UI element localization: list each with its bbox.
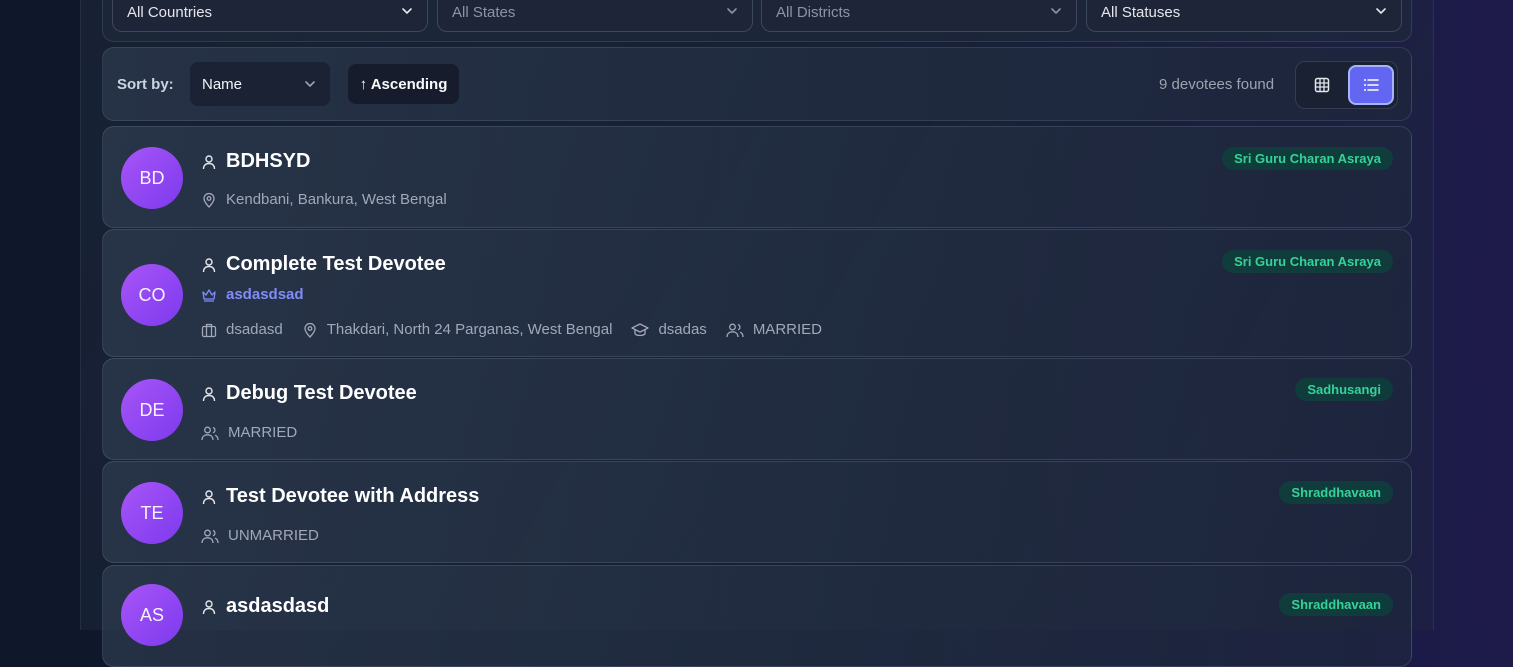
devotee-card[interactable]: AS asdasdasd Shraddhavaan [102, 565, 1412, 667]
status-select-value: All Statuses [1101, 4, 1181, 21]
sort-order-button[interactable]: ↑ Ascending [348, 64, 459, 104]
chevron-down-icon [402, 8, 412, 15]
country-select[interactable]: All Countries [112, 0, 428, 32]
users-icon [201, 529, 219, 543]
devotee-name: Debug Test Devotee [226, 382, 417, 404]
users-icon [726, 323, 744, 337]
location-text: Kendbani, Bankura, West Bengal [226, 191, 447, 208]
view-toggle [1295, 61, 1398, 109]
user-icon [202, 489, 216, 504]
country-select-value: All Countries [127, 4, 213, 21]
avatar: DE [121, 379, 183, 441]
state-select[interactable]: All States [437, 0, 753, 32]
status-badge: Shraddhavaan [1279, 481, 1393, 504]
education-text: dsadas [658, 321, 707, 338]
location-meta: Thakdari, North 24 Parganas, West Bengal [302, 321, 613, 338]
map-pin-icon [203, 192, 215, 208]
graduation-cap-icon [631, 322, 650, 336]
chevron-down-icon [1051, 8, 1061, 15]
devotee-card[interactable]: DE Debug Test Devotee MARRIED Sadhusangi [102, 358, 1412, 460]
chevron-down-icon [305, 81, 315, 88]
marital-text: MARRIED [228, 424, 298, 441]
user-icon [202, 154, 216, 169]
list-icon [1364, 79, 1379, 91]
marital-meta: MARRIED [726, 321, 822, 338]
status-badge: Sri Guru Charan Asraya [1222, 250, 1393, 273]
marital-meta: MARRIED [201, 424, 297, 441]
location-text: Thakdari, North 24 Parganas, West Bengal [326, 321, 613, 338]
chevron-down-icon [727, 8, 737, 15]
status-badge: Sadhusangi [1295, 378, 1393, 401]
devotee-name: Complete Test Devotee [226, 253, 446, 275]
chevron-down-icon [1376, 8, 1386, 15]
district-select[interactable]: All Districts [761, 0, 1077, 32]
avatar: AS [121, 584, 183, 646]
guru-name: asdasdsad [226, 286, 304, 303]
devotee-name: Test Devotee with Address [226, 485, 480, 507]
occupation-text: dsadasd [226, 321, 283, 338]
avatar: CO [121, 264, 183, 326]
education-meta: dsadas [631, 321, 707, 338]
user-icon [202, 257, 216, 272]
avatar: TE [121, 482, 183, 544]
grid-icon [1314, 77, 1330, 93]
devotee-name: BDHSYD [226, 150, 311, 172]
sort-field-select[interactable]: Name [190, 62, 330, 106]
occupation-meta: dsadasd [201, 321, 283, 338]
sort-label: Sort by: [117, 76, 174, 93]
status-badge: Sri Guru Charan Asraya [1222, 147, 1393, 170]
marital-text: UNMARRIED [228, 527, 319, 544]
map-pin-icon [304, 322, 316, 338]
location-meta: Kendbani, Bankura, West Bengal [201, 191, 447, 208]
users-icon [201, 426, 219, 440]
devotee-card[interactable]: BD BDHSYD Kendbani, Bankura, West Bengal… [102, 126, 1412, 228]
guru-link[interactable]: asdasdsad [201, 286, 304, 303]
crown-icon [202, 288, 216, 302]
district-select-value: All Districts [776, 4, 851, 21]
devotee-name: asdasdasd [226, 595, 330, 617]
marital-text: MARRIED [752, 321, 822, 338]
user-icon [202, 386, 216, 401]
grid-view-button[interactable] [1300, 66, 1344, 104]
avatar: BD [121, 147, 183, 209]
user-icon [202, 599, 216, 614]
devotee-card[interactable]: TE Test Devotee with Address UNMARRIED S… [102, 461, 1412, 563]
state-select-value: All States [452, 4, 516, 21]
briefcase-icon [201, 323, 217, 337]
marital-meta: UNMARRIED [201, 527, 319, 544]
results-count: 9 devotees found [1159, 76, 1275, 93]
sort-bar: Sort by: Name ↑ Ascending 9 devotees fou… [102, 47, 1412, 121]
devotee-card[interactable]: CO Complete Test Devotee asdasdsad dsada… [102, 229, 1412, 357]
sort-field-value: Name [202, 75, 243, 93]
list-view-button[interactable] [1348, 65, 1394, 105]
status-select[interactable]: All Statuses [1086, 0, 1402, 32]
sort-order-label: ↑ Ascending [359, 75, 448, 93]
